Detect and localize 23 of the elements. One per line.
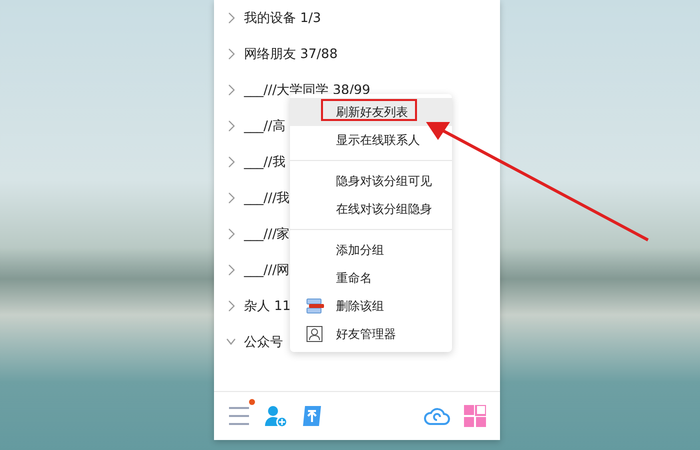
group-name[interactable]: 我的设备 1/3 xyxy=(244,9,322,27)
cloud-icon[interactable] xyxy=(424,406,450,426)
add-contact-icon[interactable] xyxy=(264,404,288,428)
upload-icon[interactable] xyxy=(302,405,324,427)
person-card-icon xyxy=(306,326,324,342)
group-name[interactable]: ___///我 xyxy=(244,189,290,207)
menu-item[interactable]: 刷新好友列表 xyxy=(290,98,452,126)
menu-item[interactable]: 显示在线联系人 xyxy=(290,126,452,154)
menu-item[interactable]: 删除该组 xyxy=(290,292,452,320)
menu-item[interactable]: 添加分组 xyxy=(290,236,452,264)
list-remove-icon xyxy=(306,298,324,314)
group-name[interactable]: 杂人 11 xyxy=(244,297,291,315)
apps-grid-icon[interactable] xyxy=(464,405,486,427)
menu-item[interactable]: 重命名 xyxy=(290,264,452,292)
menu-item[interactable]: 好友管理器 xyxy=(290,320,452,348)
group-name[interactable]: 公众号 xyxy=(244,333,283,351)
group-name[interactable]: ___///网 xyxy=(244,261,290,279)
group-name[interactable]: ___///家 xyxy=(244,225,290,243)
group-name[interactable]: 网络朋友 37/88 xyxy=(244,45,338,63)
group-name[interactable]: ___//我 xyxy=(244,153,286,171)
menu-item[interactable]: 隐身对该分组可见 xyxy=(290,167,452,195)
group-name[interactable]: ___//高 xyxy=(244,117,286,135)
menu-item[interactable]: 在线对该分组隐身 xyxy=(290,195,452,223)
